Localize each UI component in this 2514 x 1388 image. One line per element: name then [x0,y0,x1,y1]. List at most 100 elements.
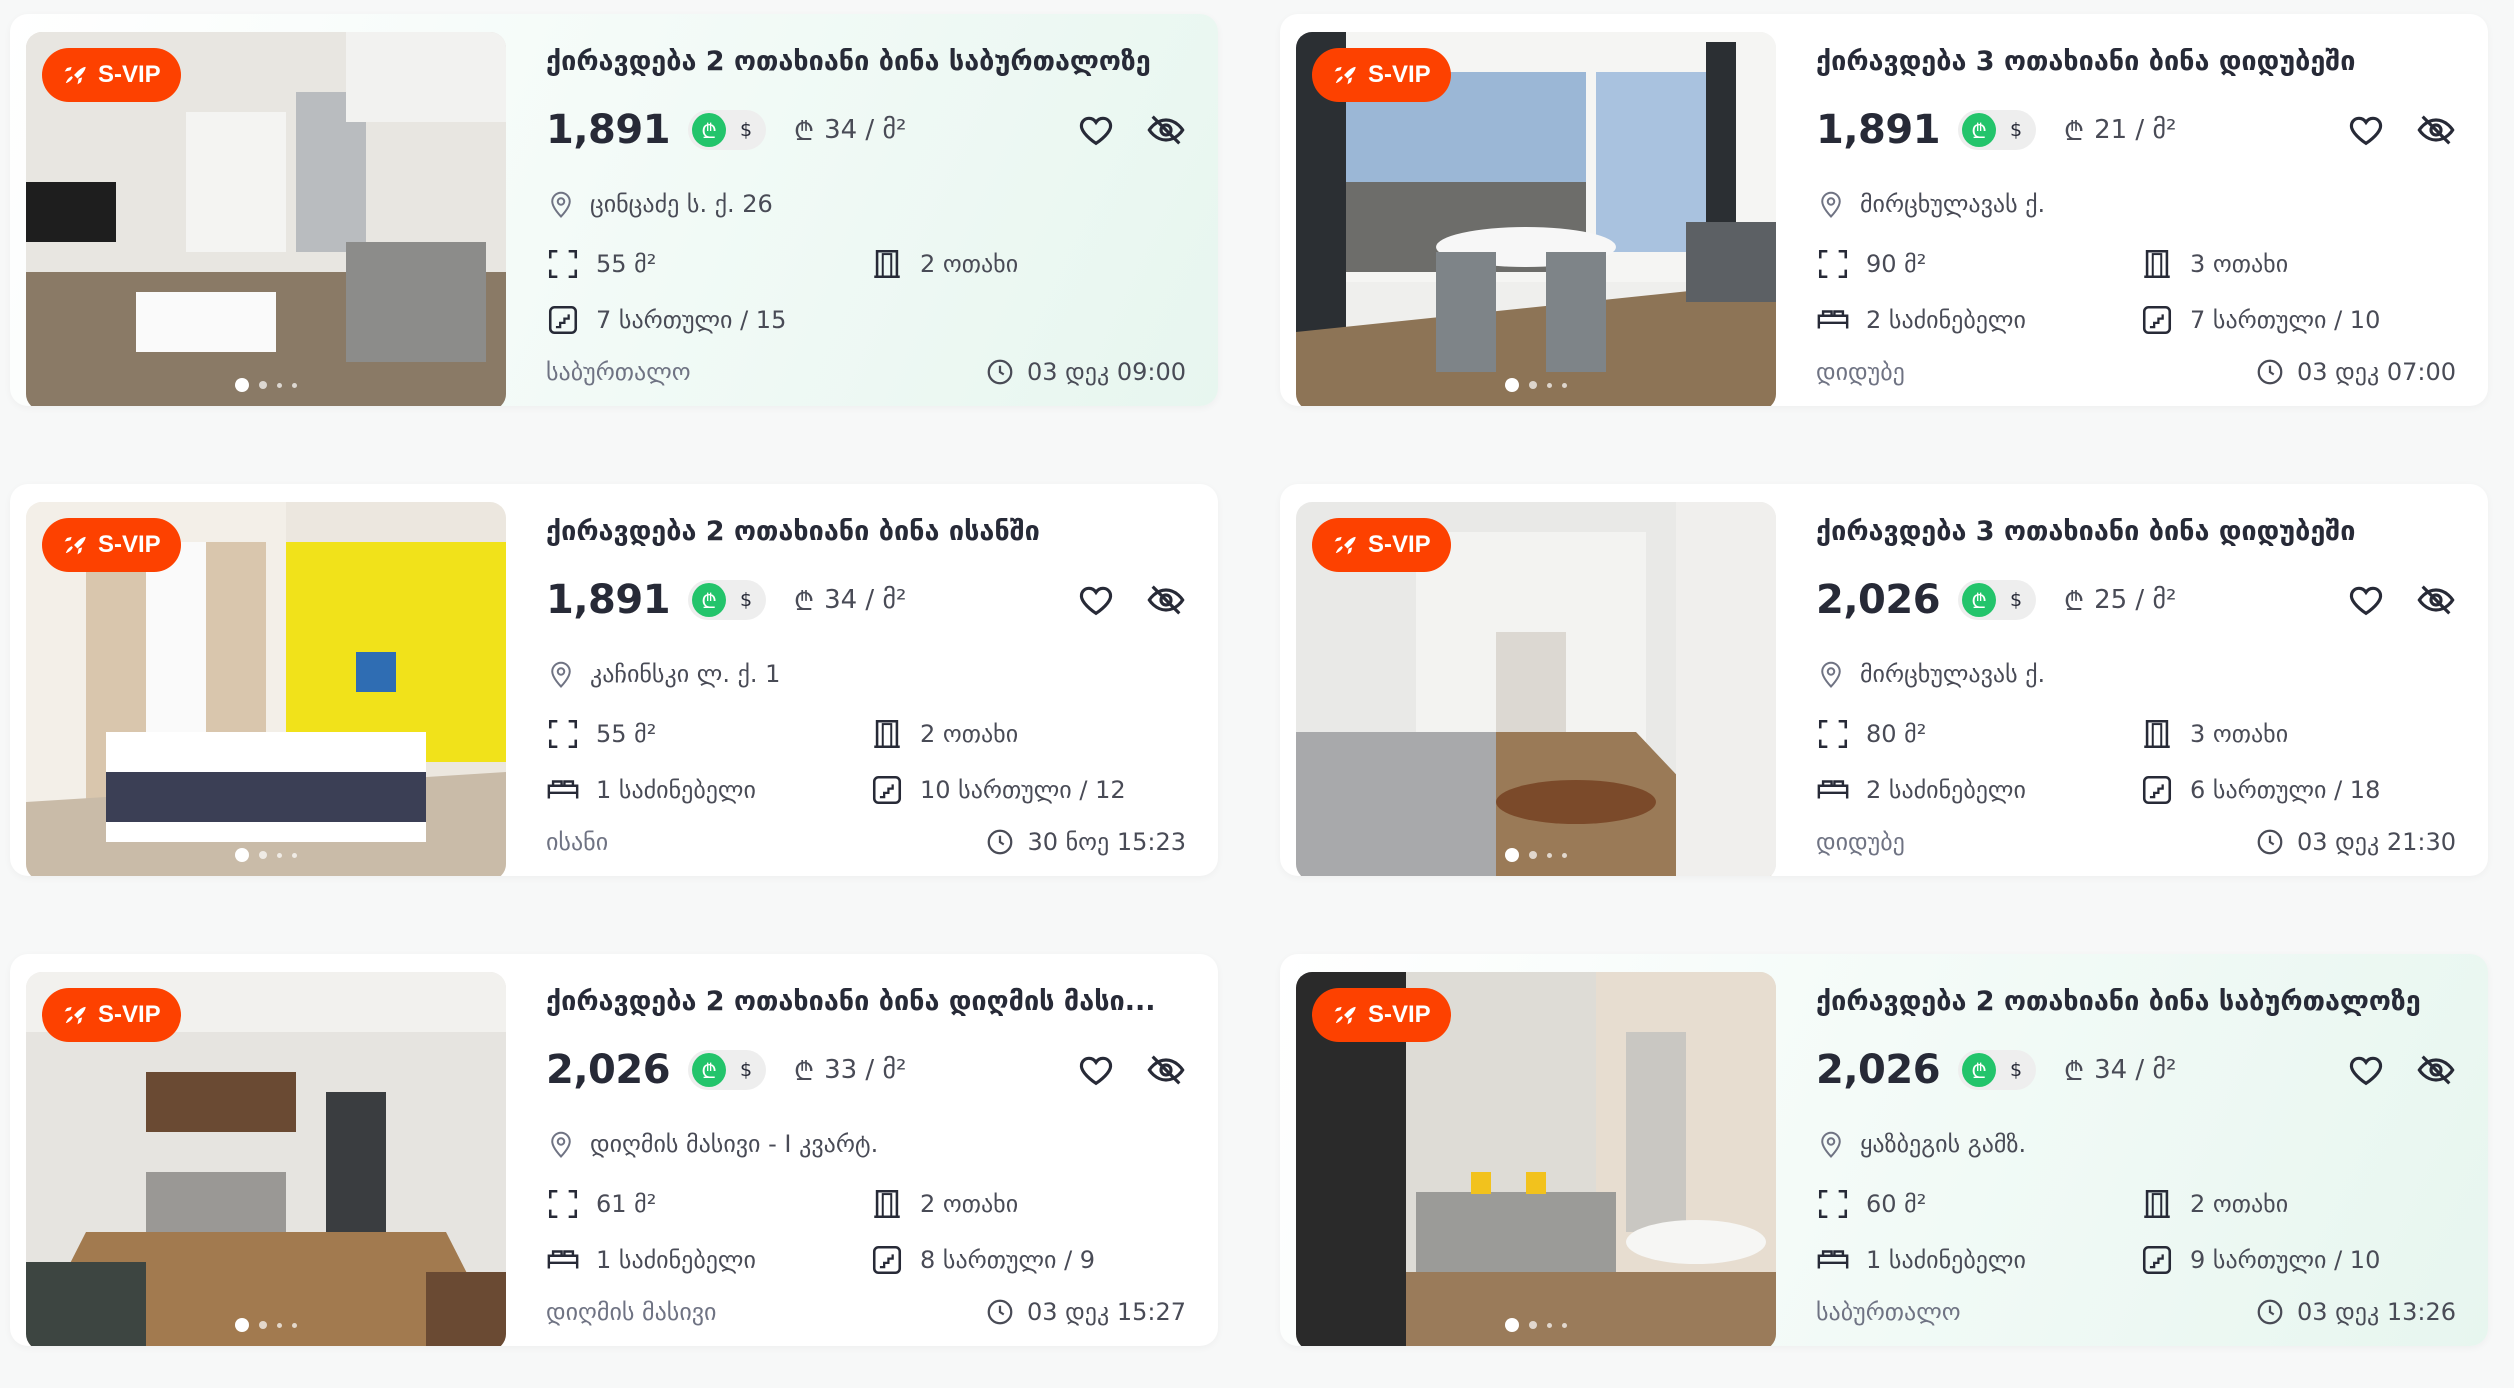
listing-title[interactable]: ქირავდება 3 ოთახიანი ბინა დიდუბეში [1816,510,2456,554]
pagination-dot[interactable] [235,378,249,392]
price-row: 1,891 ₾ $ ₾ 34 / მ² [546,102,1186,158]
pagination-dot[interactable] [1505,1318,1519,1332]
usd-option[interactable]: $ [732,1059,760,1081]
eye-off-icon[interactable] [2416,580,2456,620]
heart-icon[interactable] [1076,1050,1116,1090]
listing-photo[interactable]: S-VIP [26,502,506,876]
pagination-dot[interactable] [259,851,267,859]
lari-option[interactable]: ₾ [692,583,727,617]
photo-pagination[interactable] [235,848,297,862]
pagination-dot[interactable] [277,852,282,858]
pagination-dot[interactable] [1505,378,1519,392]
eye-off-icon[interactable] [1146,580,1186,620]
pagination-dot[interactable] [277,1322,282,1328]
address-text: ყაზბეგის გამზ. [1860,1130,2027,1158]
heart-icon[interactable] [2346,110,2386,150]
listing-photo[interactable]: S-VIP [1296,972,1776,1346]
listing-title[interactable]: ქირავდება 2 ოთახიანი ბინა საბურთალოზე [1816,980,2456,1024]
lari-option[interactable]: ₾ [1962,113,1997,147]
pagination-dot[interactable] [1562,382,1567,388]
heart-icon[interactable] [1076,580,1116,620]
pagination-dot[interactable] [259,381,267,389]
listing-title[interactable]: ქირავდება 2 ოთახიანი ბინა საბურთალოზე [546,40,1186,84]
feature-area: 60 მ² [1816,1186,2140,1222]
pagination-dot[interactable] [1529,851,1537,859]
listing-photo[interactable]: S-VIP [26,972,506,1346]
currency-toggle[interactable]: ₾ $ [688,1050,767,1090]
lari-option[interactable]: ₾ [692,113,727,147]
heart-icon[interactable] [2346,1050,2386,1090]
currency-toggle[interactable]: ₾ $ [1958,110,2037,150]
pagination-dot[interactable] [1505,848,1519,862]
area-value: 90 მ² [1866,250,1927,278]
lari-option[interactable]: ₾ [1962,583,1997,617]
pagination-dot[interactable] [292,382,297,388]
eye-off-icon[interactable] [2416,1050,2456,1090]
eye-off-icon[interactable] [1146,1050,1186,1090]
currency-toggle[interactable]: ₾ $ [1958,1050,2037,1090]
usd-option[interactable]: $ [2002,589,2030,611]
photo-pagination[interactable] [1505,1318,1567,1332]
photo-pagination[interactable] [1505,848,1567,862]
pagination-dot[interactable] [1529,381,1537,389]
price-per-meter: ₾ 25 / მ² [2064,582,2176,618]
photo-pagination[interactable] [1505,378,1567,392]
feature-area: 90 მ² [1816,246,2140,282]
rooms-value: 2 ოთახი [920,250,1019,278]
pagination-dot[interactable] [235,1318,249,1332]
listing-title[interactable]: ქირავდება 2 ოთახიანი ბინა დიღმის მასი... [546,980,1186,1024]
pagination-dot[interactable] [1562,1322,1567,1328]
pagination-dot[interactable] [259,1321,267,1329]
listing-photo[interactable]: S-VIP [1296,32,1776,406]
area-value: 55 მ² [596,250,657,278]
currency-toggle[interactable]: ₾ $ [688,580,767,620]
listings-grid: S-VIP ქირავდება 2 ოთახიანი ბინა საბურთალ… [0,0,2514,1388]
pagination-dot[interactable] [277,382,282,388]
pagination-dot[interactable] [235,848,249,862]
lari-option[interactable]: ₾ [692,1053,727,1087]
feature-bedrooms: 1 საძინებელი [546,772,870,808]
usd-option[interactable]: $ [732,589,760,611]
feature-bedrooms: 1 საძინებელი [546,1242,870,1278]
pagination-dot[interactable] [1562,852,1567,858]
eye-off-icon[interactable] [1146,110,1186,150]
pagination-dot[interactable] [1547,1322,1552,1328]
pagination-dot[interactable] [292,852,297,858]
pagination-dot[interactable] [1547,382,1552,388]
district: საბურთალო [546,358,691,386]
heart-icon[interactable] [1076,110,1116,150]
listing-card[interactable]: S-VIP ქირავდება 3 ოთახიანი ბინა დიდუბეში… [1280,14,2488,406]
features: 55 მ² 2 ოთახი 1 საძინებელი 10 სართული / … [546,716,1186,808]
price: 1,891 [546,577,671,623]
clock-icon [987,359,1013,385]
currency-toggle[interactable]: ₾ $ [688,110,767,150]
feature-area: 55 მ² [546,716,870,752]
listing-card[interactable]: S-VIP ქირავდება 2 ოთახიანი ბინა დიღმის მ… [10,954,1218,1346]
listing-title[interactable]: ქირავდება 2 ოთახიანი ბინა ისანში [546,510,1186,554]
listing-photo[interactable]: S-VIP [26,32,506,406]
floor-value: 9 სართული / 10 [2190,1246,2381,1274]
date-text: 03 დეკ 09:00 [1026,358,1186,386]
listing-title[interactable]: ქირავდება 3 ოთახიანი ბინა დიდუბეში [1816,40,2456,84]
photo-pagination[interactable] [235,378,297,392]
listing-card[interactable]: S-VIP ქირავდება 2 ოთახიანი ბინა ისანში 1… [10,484,1218,876]
usd-option[interactable]: $ [732,119,760,141]
post-date: 03 დეკ 21:30 [2255,827,2456,857]
pagination-dot[interactable] [1547,852,1552,858]
pagination-dot[interactable] [292,1322,297,1328]
usd-option[interactable]: $ [2002,1059,2030,1081]
photo-pagination[interactable] [235,1318,297,1332]
lari-option[interactable]: ₾ [1962,1053,1997,1087]
currency-toggle[interactable]: ₾ $ [1958,580,2037,620]
eye-off-icon[interactable] [2416,110,2456,150]
listing-photo[interactable]: S-VIP [1296,502,1776,876]
pagination-dot[interactable] [1529,1321,1537,1329]
card-footer: დიღმის მასივი 03 დეკ 15:27 [546,1292,1186,1332]
listing-card[interactable]: S-VIP ქირავდება 2 ოთახიანი ბინა საბურთალ… [10,14,1218,406]
feature-bedrooms: 2 საძინებელი [1816,772,2140,808]
listing-card[interactable]: S-VIP ქირავდება 2 ოთახიანი ბინა საბურთალ… [1280,954,2488,1346]
listing-card[interactable]: S-VIP ქირავდება 3 ოთახიანი ბინა დიდუბეში… [1280,484,2488,876]
address: დიღმის მასივი - I კვარტ. [546,1124,1186,1164]
usd-option[interactable]: $ [2002,119,2030,141]
heart-icon[interactable] [2346,580,2386,620]
